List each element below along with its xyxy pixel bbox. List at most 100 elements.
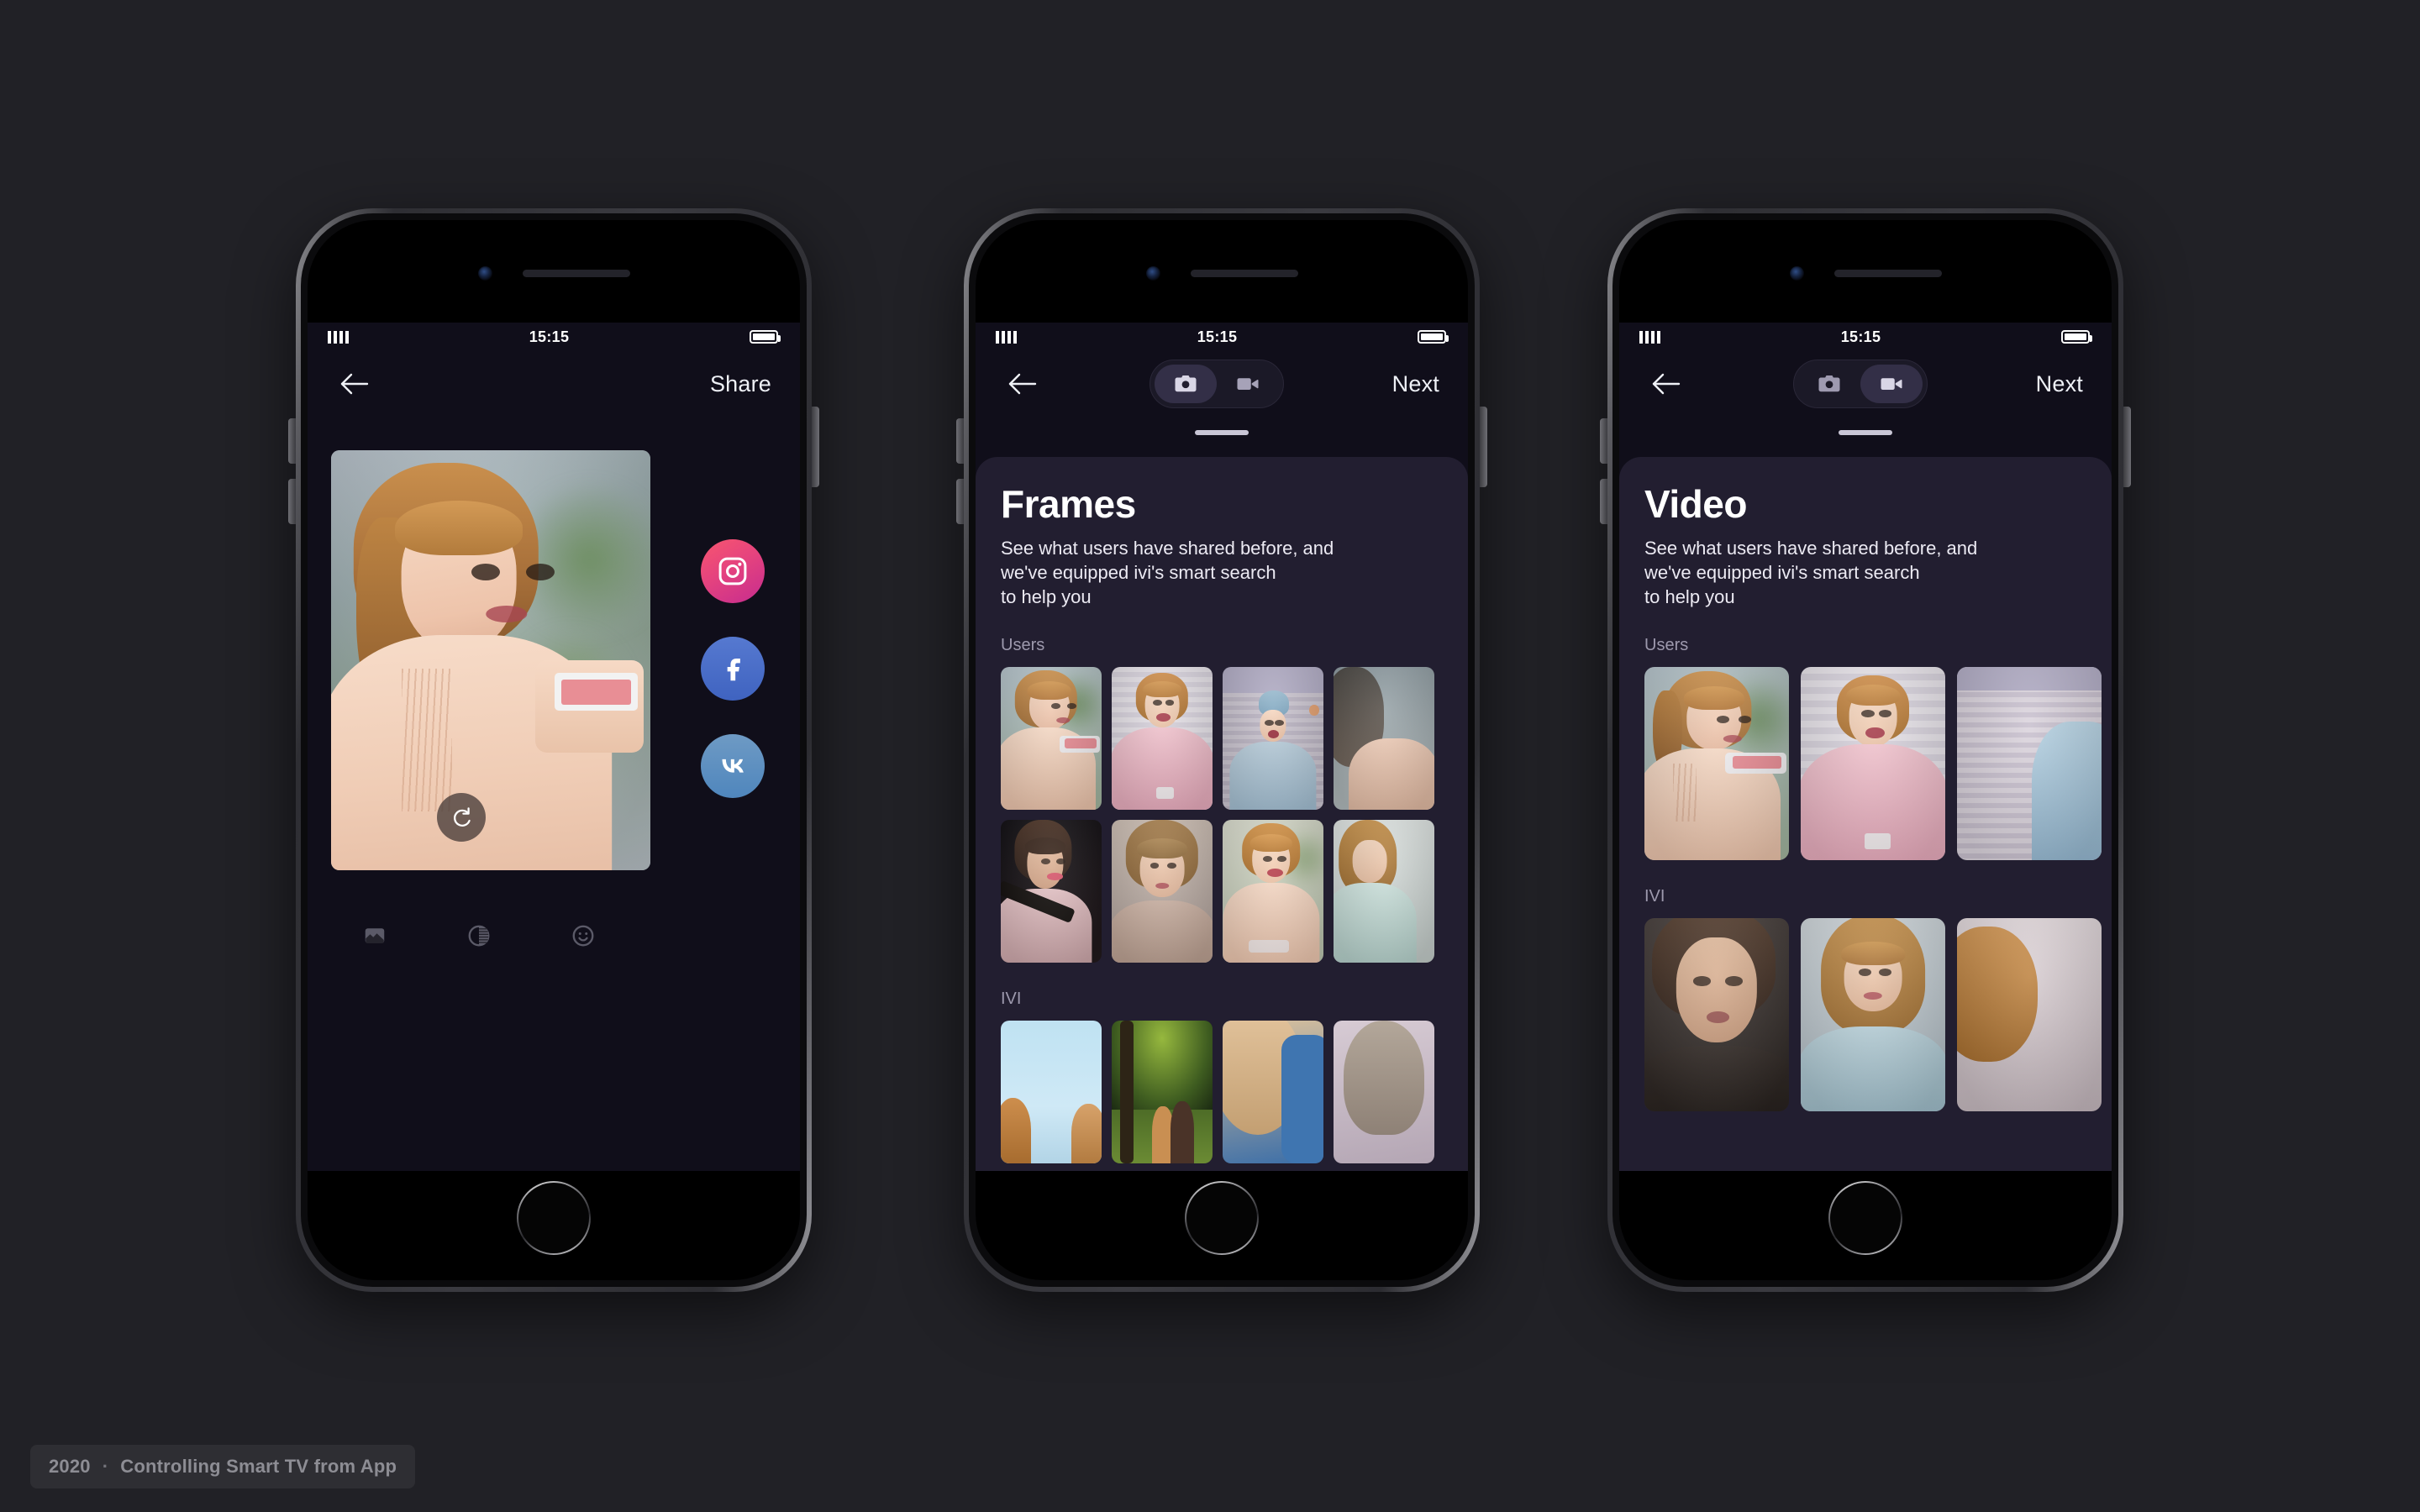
thumbnail[interactable] [1334, 820, 1434, 963]
app-screen-frames: 15:15 Next Frames See what users have sh… [976, 323, 1468, 1171]
thumbnail[interactable] [1112, 667, 1213, 811]
arrow-left-icon[interactable] [1004, 365, 1041, 402]
phone-frames: 15:15 Next Frames See what users have sh… [956, 208, 1487, 1292]
phone-body: 15:15 [969, 213, 1475, 1287]
page-description: See what users have shared before, and we… [1644, 538, 1978, 608]
thumbnail[interactable] [1001, 820, 1102, 963]
thumbnail[interactable] [1334, 1021, 1434, 1164]
camera-icon [1175, 375, 1197, 392]
status-bar: 15:15 [308, 323, 800, 351]
grid-row [1001, 667, 1443, 811]
power-button[interactable] [812, 407, 819, 487]
ivi-grid [1644, 918, 2102, 1112]
grid-row [1001, 820, 1443, 963]
phone-glass: 15:15 [976, 220, 1468, 1280]
share-button[interactable]: Share [710, 371, 771, 397]
thumbnail[interactable] [1801, 918, 1945, 1112]
tab-video[interactable] [1217, 365, 1279, 403]
sheet-grabber[interactable] [1195, 430, 1249, 435]
section-label-users: Users [1001, 636, 1045, 655]
facebook-share-button[interactable] [701, 637, 765, 701]
signal-bars-icon [996, 330, 1017, 344]
thumbnail[interactable] [1223, 820, 1323, 963]
phone-glass: 15:15 [1619, 220, 2112, 1280]
video-camera-icon [1237, 378, 1259, 390]
section-label-users: Users [1644, 636, 1689, 655]
volume-down-button[interactable] [288, 479, 296, 524]
thumbnail[interactable] [1957, 918, 2102, 1112]
caption-chip: 2020 · Controlling Smart TV from App [30, 1445, 416, 1488]
arrow-left-icon[interactable] [336, 365, 373, 402]
arrow-left-icon[interactable] [1648, 365, 1685, 402]
signal-bars-icon [328, 330, 349, 344]
signal-bars-icon [1639, 330, 1660, 344]
thumbnail[interactable] [1801, 667, 1945, 861]
thumbnail[interactable] [1223, 667, 1323, 811]
caption-title: Controlling Smart TV from App [120, 1456, 397, 1477]
thumbnail[interactable] [1112, 1021, 1213, 1164]
ivi-grid [1001, 1021, 1443, 1164]
media-type-toggle[interactable] [1149, 360, 1284, 408]
thumbnail[interactable] [1644, 918, 1789, 1112]
tab-photo[interactable] [1154, 365, 1217, 403]
app-screen-share: 15:15 Share [308, 323, 800, 1171]
section-label-ivi: IVI [1001, 990, 1022, 1009]
volume-up-button[interactable] [1600, 418, 1607, 464]
volume-down-button[interactable] [1600, 479, 1607, 524]
phone-body: 15:15 [1612, 213, 2118, 1287]
battery-full-icon [2060, 330, 2092, 344]
caption-year: 2020 [49, 1456, 91, 1477]
tab-video[interactable] [1860, 365, 1923, 403]
status-bar: 15:15 [976, 323, 1468, 351]
volume-down-button[interactable] [956, 479, 964, 524]
facebook-icon [727, 658, 740, 681]
preview-image [331, 450, 650, 870]
power-button[interactable] [2123, 407, 2131, 487]
status-bar-time: 15:15 [1197, 328, 1238, 345]
earpiece-speaker-icon [1833, 269, 1942, 277]
browse-sheet: Video See what users have shared before,… [1619, 457, 2112, 1171]
earpiece-speaker-icon [1190, 269, 1298, 277]
home-button[interactable] [1185, 1181, 1259, 1255]
page-title: Video [1644, 482, 1747, 526]
front-camera-icon [1145, 265, 1160, 281]
home-button[interactable] [1828, 1181, 1902, 1255]
volume-up-button[interactable] [288, 418, 296, 464]
instagram-share-button[interactable] [701, 539, 765, 603]
vk-share-button[interactable] [701, 734, 765, 798]
navigation-bar: Next [1619, 351, 2112, 417]
image-filter-icon[interactable] [358, 919, 392, 953]
smiley-icon[interactable] [566, 919, 600, 953]
battery-full-icon [749, 330, 781, 344]
battery-full-icon [1417, 330, 1449, 344]
volume-up-button[interactable] [956, 418, 964, 464]
navigation-bar: Next [976, 351, 1468, 417]
tab-photo[interactable] [1798, 365, 1860, 403]
status-bar-time: 15:15 [529, 328, 570, 345]
home-button[interactable] [517, 1181, 591, 1255]
users-grid [1001, 667, 1443, 963]
next-button[interactable]: Next [1392, 371, 1439, 397]
phone-top-sensors [1619, 264, 2112, 282]
thumbnail[interactable] [1644, 667, 1789, 861]
media-type-toggle[interactable] [1792, 360, 1928, 408]
photo-preview[interactable] [331, 450, 650, 870]
sheet-grabber[interactable] [1839, 430, 1892, 435]
contrast-icon[interactable] [462, 919, 496, 953]
browse-sheet: Frames See what users have shared before… [976, 457, 1468, 1171]
thumbnail[interactable] [1334, 667, 1434, 811]
thumbnail[interactable] [1112, 820, 1213, 963]
thumbnail[interactable] [1001, 1021, 1102, 1164]
vk-icon [722, 759, 744, 773]
video-camera-icon [1881, 378, 1902, 390]
power-button[interactable] [1480, 407, 1487, 487]
next-button[interactable]: Next [2036, 371, 2083, 397]
edit-toolbar [308, 902, 800, 969]
front-camera-icon [1789, 265, 1804, 281]
camera-icon [1818, 375, 1840, 392]
rotate-right-icon[interactable] [437, 793, 486, 842]
navigation-bar: Share [308, 351, 800, 417]
thumbnail[interactable] [1223, 1021, 1323, 1164]
thumbnail[interactable] [1001, 667, 1102, 811]
thumbnail[interactable] [1957, 667, 2102, 861]
